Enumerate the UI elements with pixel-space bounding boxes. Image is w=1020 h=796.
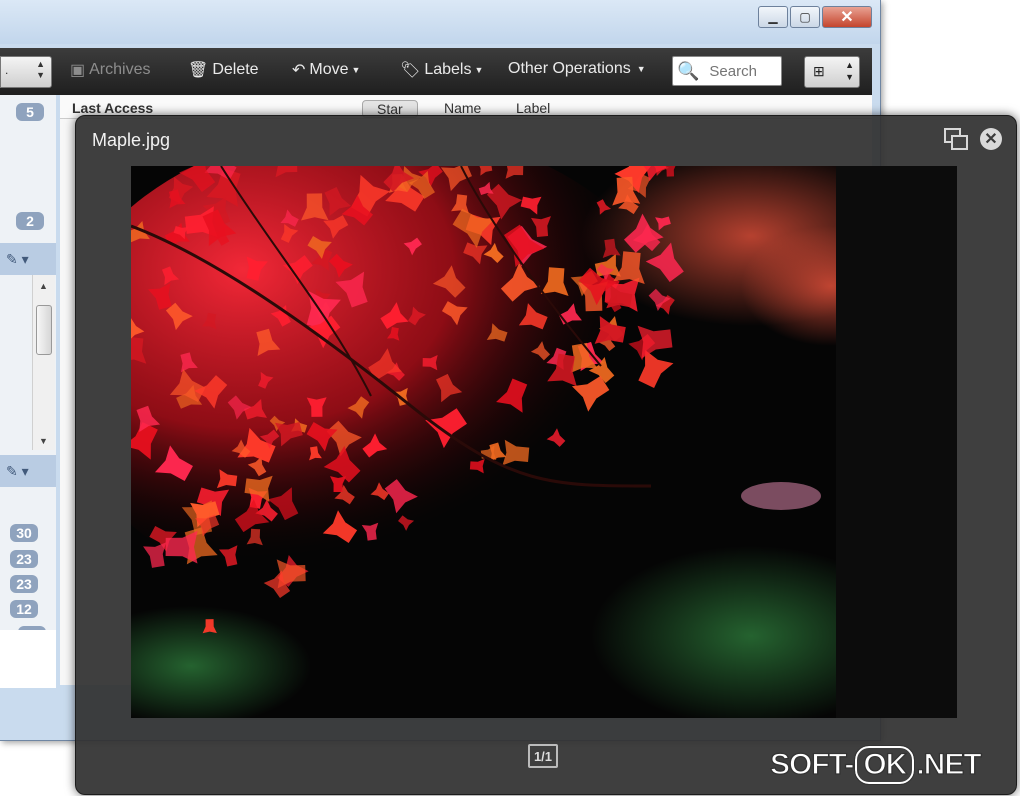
- up-down-icon: ▲ ▼: [36, 59, 45, 80]
- labels-label: Labels: [424, 61, 472, 78]
- move-label: Move: [309, 61, 349, 78]
- sidebar: 5 2 ✎ ▾ ▲ ▼ ✎ ▾ 30 23 23 12 4: [0, 95, 56, 685]
- count-badge: 2: [16, 212, 44, 230]
- column-label[interactable]: Label: [516, 100, 550, 116]
- search-icon: 🔍: [677, 60, 700, 81]
- actual-size-label: 1/1: [533, 748, 553, 764]
- watermark-ok: OK: [854, 745, 916, 785]
- maximize-icon: ▢: [799, 10, 811, 24]
- other-operations-button[interactable]: Other Operations ▼: [508, 60, 646, 78]
- watermark-right: .NET: [916, 747, 983, 781]
- count-badge: 23: [10, 575, 38, 593]
- site-watermark: SOFT- OK .NET: [769, 745, 983, 785]
- column-last-access[interactable]: Last Access: [72, 100, 153, 116]
- watermark-left: SOFT-: [769, 747, 855, 781]
- archives-button[interactable]: ▣ Archives: [70, 60, 150, 80]
- maple-photo: [131, 166, 957, 718]
- grid-view-icon: ⊞: [813, 63, 825, 79]
- view-mode-button[interactable]: ⊞ ▲ ▼: [804, 56, 860, 88]
- actual-size-button[interactable]: 1/1: [528, 744, 558, 768]
- trash-icon: 🗑: [188, 62, 209, 79]
- count-badge: 12: [10, 600, 38, 618]
- sidebar-footer: [0, 630, 56, 688]
- edit-icon: ✎ ▾: [6, 462, 29, 479]
- close-icon: ✕: [840, 9, 854, 26]
- toolbar: . ▲ ▼ ▣ Archives 🗑 Delete ↶ Move ▼ 🏷 Labe…: [0, 48, 872, 95]
- search-box[interactable]: 🔍: [672, 56, 782, 86]
- delete-button[interactable]: 🗑 Delete: [188, 60, 259, 80]
- viewer-title: Maple.jpg: [92, 130, 171, 150]
- restore-window-icon[interactable]: [944, 128, 968, 150]
- column-name[interactable]: Name: [444, 100, 481, 116]
- search-input[interactable]: [707, 61, 782, 81]
- delete-label: Delete: [212, 61, 259, 78]
- viewer-controls: ✕: [944, 128, 1002, 150]
- title-bar: ▁ ▢ ✕: [0, 0, 880, 44]
- toolbar-spinner[interactable]: . ▲ ▼: [0, 56, 52, 88]
- move-button[interactable]: ↶ Move ▼: [292, 60, 360, 80]
- sidebar-scrollbar[interactable]: ▲ ▼: [32, 275, 55, 450]
- scroll-down-icon[interactable]: ▼: [39, 436, 48, 446]
- image-viewer-dialog: Maple.jpg ✕ 1/1: [75, 115, 1017, 795]
- photo-preview: [131, 166, 957, 718]
- edit-icon: ✎ ▾: [6, 250, 29, 267]
- scroll-up-icon[interactable]: ▲: [39, 281, 48, 291]
- close-window-button[interactable]: ✕: [822, 6, 872, 28]
- archives-label: Archives: [89, 61, 151, 78]
- move-arrow-icon: ↶: [292, 62, 306, 79]
- other-operations-label: Other Operations: [508, 60, 631, 77]
- count-badge: 5: [16, 103, 44, 121]
- archive-icon: ▣: [70, 62, 86, 79]
- window-controls: ▁ ▢ ✕: [756, 6, 872, 28]
- close-viewer-icon[interactable]: ✕: [980, 128, 1002, 150]
- edit-dropdown[interactable]: ✎ ▾: [0, 455, 56, 487]
- maximize-button[interactable]: ▢: [790, 6, 820, 28]
- minimize-icon: ▁: [768, 10, 778, 24]
- tag-icon: 🏷: [400, 62, 421, 79]
- count-badge: 23: [10, 550, 38, 568]
- dropdown-arrow-icon: ▼: [474, 65, 484, 75]
- dropdown-arrow-icon: ▼: [351, 65, 361, 75]
- labels-button[interactable]: 🏷 Labels ▼: [400, 60, 483, 80]
- scroll-thumb[interactable]: [36, 305, 52, 355]
- up-down-icon: ▲ ▼: [845, 60, 854, 82]
- minimize-button[interactable]: ▁: [758, 6, 788, 28]
- count-badge: 30: [10, 524, 38, 542]
- edit-dropdown[interactable]: ✎ ▾: [0, 243, 56, 275]
- dropdown-arrow-icon: ▼: [636, 64, 646, 74]
- ellipsis-icon: .: [5, 63, 9, 77]
